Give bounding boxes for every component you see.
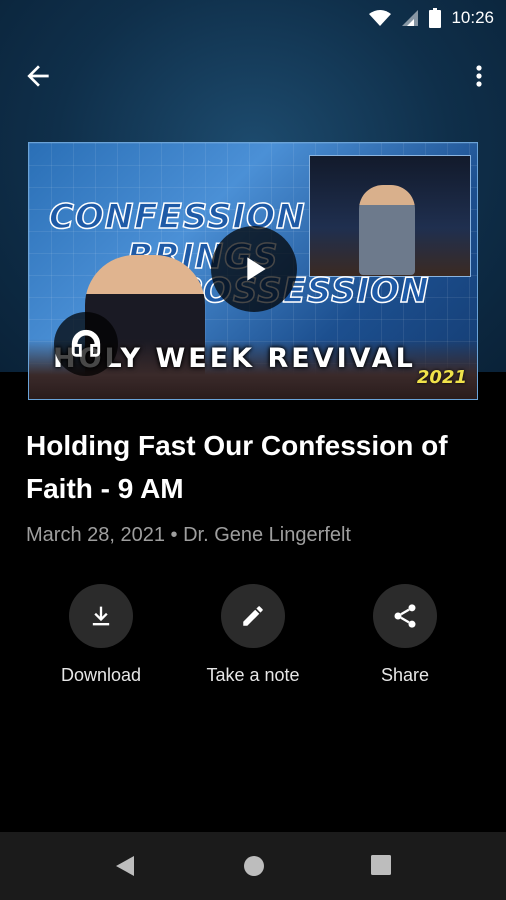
square-recents-icon [371, 855, 391, 875]
back-button[interactable] [22, 60, 54, 92]
arrow-left-icon [27, 65, 49, 87]
circle-home-icon [244, 856, 264, 876]
share-icon [394, 604, 416, 628]
download-label: Download [60, 665, 142, 685]
action-row: Download Take a note Share [0, 584, 506, 694]
status-bar: 10:26 [0, 0, 506, 36]
download-circle [69, 584, 133, 648]
triangle-back-icon [116, 856, 134, 876]
nav-back-button[interactable] [114, 854, 136, 883]
thumbnail-year: 2021 [416, 367, 467, 388]
nav-home-button[interactable] [242, 854, 266, 883]
battery-icon [429, 8, 442, 28]
toolbar [0, 50, 506, 98]
thumbnail-inset-speaker [359, 185, 415, 275]
wifi-icon [369, 10, 392, 26]
more-vert-icon [476, 65, 482, 87]
play-icon [247, 257, 266, 281]
download-button[interactable]: Download [21, 584, 181, 686]
take-note-circle [221, 584, 285, 648]
share-button[interactable]: Share [325, 584, 485, 686]
play-button[interactable] [211, 226, 297, 312]
cell-signal-icon [402, 10, 419, 26]
sermon-meta: March 28, 2021 • Dr. Gene Lingerfelt [26, 524, 351, 546]
more-options-button[interactable] [472, 60, 486, 92]
download-icon [92, 606, 110, 626]
audio-button[interactable] [54, 312, 118, 376]
nav-recents-button[interactable] [370, 854, 392, 881]
headphones-icon [71, 329, 101, 357]
take-note-label: Take a note [206, 665, 300, 685]
pencil-icon [243, 606, 263, 626]
share-label: Share [380, 665, 430, 685]
share-circle [373, 584, 437, 648]
sermon-title: Holding Fast Our Confession of Faith - 9… [26, 430, 448, 504]
take-note-button[interactable]: Take a note [173, 584, 333, 686]
system-nav-bar [0, 832, 506, 900]
status-time: 10:26 [451, 8, 494, 27]
